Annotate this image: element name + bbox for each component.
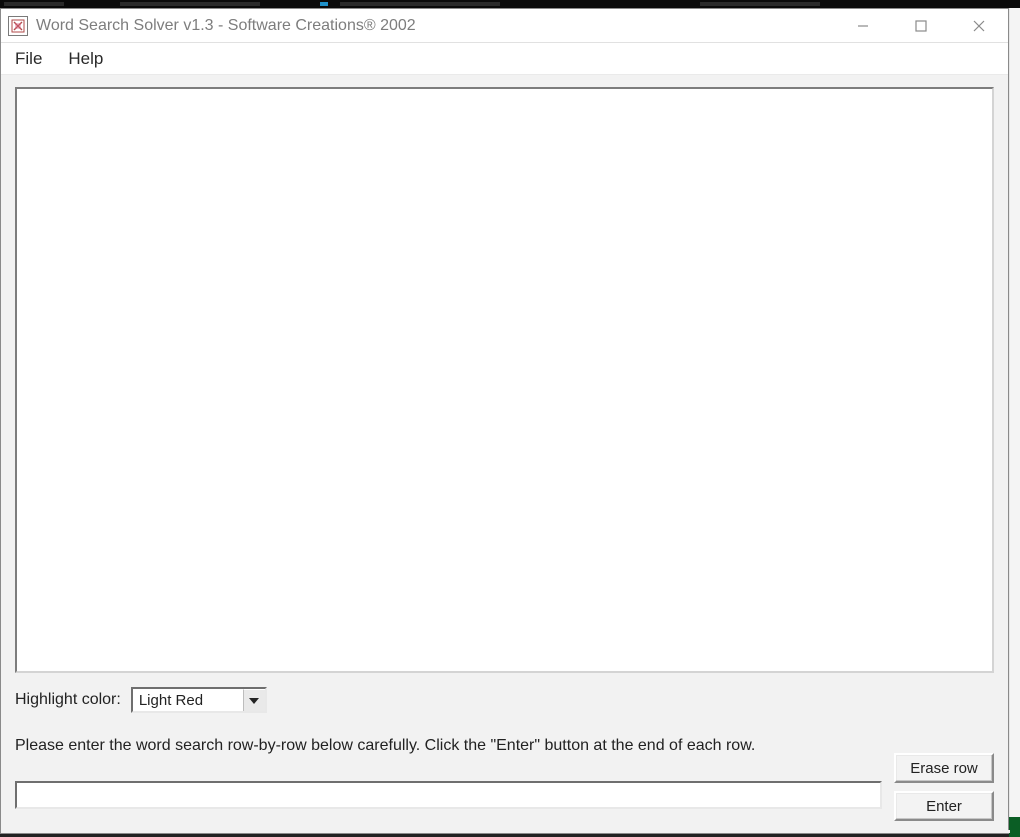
highlight-color-combobox[interactable]: Light Red — [131, 687, 267, 713]
enter-button[interactable]: Enter — [894, 791, 994, 821]
client-area: Highlight color: Light Red Please enter … — [1, 75, 1008, 833]
titlebar[interactable]: Word Search Solver v1.3 - Software Creat… — [1, 9, 1008, 43]
row-entry-input[interactable] — [15, 781, 882, 809]
minimize-button[interactable] — [834, 9, 892, 42]
highlight-color-value: Light Red — [139, 692, 203, 709]
maximize-button[interactable] — [892, 9, 950, 42]
grid-panel — [15, 87, 994, 673]
desktop-top-strip — [0, 0, 1020, 8]
window-bottom-edge — [1, 830, 1010, 833]
highlight-row: Highlight color: Light Red — [15, 687, 994, 713]
chevron-down-icon[interactable] — [243, 689, 265, 711]
background-sliver — [1009, 8, 1020, 837]
erase-row-button[interactable]: Erase row — [894, 753, 994, 783]
app-icon — [8, 16, 28, 36]
highlight-color-label: Highlight color: — [15, 691, 121, 709]
instruction-text: Please enter the word search row-by-row … — [15, 737, 994, 755]
menubar: File Help — [1, 43, 1008, 75]
menu-file[interactable]: File — [11, 45, 46, 73]
window-title: Word Search Solver v1.3 - Software Creat… — [36, 17, 834, 35]
close-button[interactable] — [950, 9, 1008, 42]
entry-row: Erase row Enter — [15, 761, 994, 821]
app-window: Word Search Solver v1.3 - Software Creat… — [0, 8, 1009, 834]
window-controls — [834, 9, 1008, 42]
menu-help[interactable]: Help — [64, 45, 107, 73]
